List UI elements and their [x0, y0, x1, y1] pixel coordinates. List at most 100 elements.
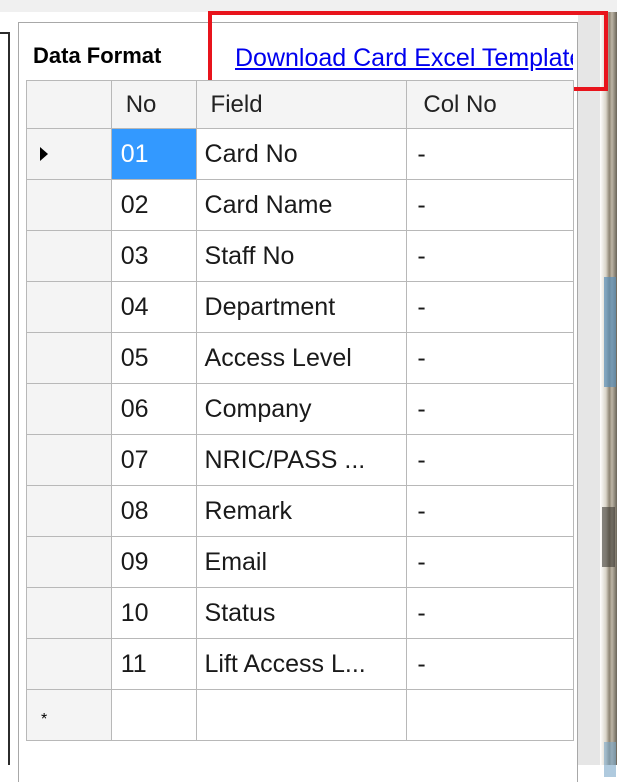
cell-no[interactable]: 07 — [110, 434, 197, 486]
row-header[interactable] — [26, 230, 112, 282]
cell-text: Department — [204, 292, 336, 321]
table-row[interactable]: 01 Card No - — [26, 128, 574, 180]
cell-text: Access Level — [204, 343, 352, 372]
current-row-arrow-icon — [40, 147, 48, 161]
cell-field[interactable]: Card No — [195, 128, 408, 180]
row-header[interactable] — [26, 332, 112, 384]
cell-no[interactable]: 09 — [110, 536, 197, 588]
new-row-asterisk-icon: * — [41, 711, 48, 728]
cell-col-no[interactable]: - — [406, 536, 574, 588]
cell-text: 06 — [120, 394, 149, 423]
cell-col-no[interactable]: - — [406, 179, 574, 231]
cell-col-no[interactable]: - — [406, 332, 574, 384]
cell-no[interactable] — [110, 689, 197, 741]
grid-header-row: No Field Col No — [26, 80, 574, 129]
cell-text: - — [417, 241, 426, 270]
cell-no[interactable]: 01 — [110, 128, 197, 180]
cell-field[interactable]: Lift Access L... — [195, 638, 408, 690]
cell-col-no[interactable] — [406, 689, 574, 741]
cell-no[interactable]: 10 — [110, 587, 197, 639]
highlight-annotation-box — [208, 11, 608, 91]
cell-col-no[interactable]: - — [406, 434, 574, 486]
outer-panel-border — [0, 32, 10, 765]
cell-col-no[interactable]: - — [406, 230, 574, 282]
background-stripe — [604, 742, 616, 777]
column-header-label: Field — [210, 90, 263, 118]
cell-text: - — [417, 343, 426, 372]
row-header[interactable] — [26, 383, 112, 435]
table-row[interactable]: 07 NRIC/PASS ... - — [26, 434, 574, 486]
cell-text: 08 — [120, 496, 149, 525]
column-header-col-no[interactable]: Col No — [406, 80, 574, 129]
cell-col-no[interactable]: - — [406, 383, 574, 435]
data-format-grid[interactable]: No Field Col No 01 Card No - 02 Card Nam… — [26, 80, 574, 741]
cell-no[interactable]: 03 — [110, 230, 197, 282]
cell-col-no[interactable]: - — [406, 638, 574, 690]
cell-text: - — [417, 598, 426, 627]
cell-text: Card Name — [204, 190, 333, 219]
row-header[interactable] — [26, 587, 112, 639]
cell-text: - — [417, 190, 426, 219]
cell-text: Card No — [204, 139, 298, 168]
cell-field[interactable]: Staff No — [195, 230, 408, 282]
cell-no[interactable]: 04 — [110, 281, 197, 333]
cell-text: 10 — [120, 598, 149, 627]
table-row[interactable]: 08 Remark - — [26, 485, 574, 537]
row-header[interactable] — [26, 434, 112, 486]
table-row[interactable]: 10 Status - — [26, 587, 574, 639]
row-header[interactable] — [26, 536, 112, 588]
cell-col-no[interactable]: - — [406, 485, 574, 537]
cell-field[interactable]: Remark — [195, 485, 408, 537]
cell-text: - — [417, 496, 426, 525]
cell-text: Staff No — [204, 241, 295, 270]
cell-text: Email — [204, 547, 268, 576]
cell-text: 05 — [120, 343, 149, 372]
cell-no[interactable]: 08 — [110, 485, 197, 537]
table-row[interactable]: 09 Email - — [26, 536, 574, 588]
row-header[interactable] — [26, 179, 112, 231]
cell-col-no[interactable]: - — [406, 587, 574, 639]
outer-panel-border-cap — [0, 32, 10, 34]
row-header[interactable] — [26, 485, 112, 537]
column-header-field[interactable]: Field — [195, 80, 408, 129]
row-header[interactable] — [26, 281, 112, 333]
table-row[interactable]: 05 Access Level - — [26, 332, 574, 384]
cell-field[interactable]: Access Level — [195, 332, 408, 384]
row-header-corner[interactable] — [26, 80, 112, 129]
cell-text: 02 — [120, 190, 149, 219]
new-row[interactable]: * — [26, 689, 574, 741]
cell-text: 04 — [120, 292, 149, 321]
cell-text: Remark — [204, 496, 293, 525]
cell-no[interactable]: 06 — [110, 383, 197, 435]
row-header[interactable] — [26, 128, 112, 180]
row-header[interactable]: * — [26, 689, 112, 741]
cell-field[interactable]: Status — [195, 587, 408, 639]
cell-text: - — [417, 445, 426, 474]
background-stripe — [604, 277, 616, 387]
cell-no[interactable]: 11 — [110, 638, 197, 690]
table-row[interactable]: 03 Staff No - — [26, 230, 574, 282]
background-window-edge — [600, 12, 617, 777]
right-background — [578, 12, 600, 765]
column-header-label: No — [125, 90, 157, 118]
cell-field[interactable]: Company — [195, 383, 408, 435]
cell-text: 03 — [120, 241, 149, 270]
cell-no[interactable]: 05 — [110, 332, 197, 384]
cell-col-no[interactable]: - — [406, 281, 574, 333]
cell-field[interactable] — [195, 689, 408, 741]
cell-no[interactable]: 02 — [110, 179, 197, 231]
table-row[interactable]: 04 Department - — [26, 281, 574, 333]
cell-field[interactable]: Email — [195, 536, 408, 588]
background-stripe — [602, 507, 615, 567]
cell-col-no[interactable]: - — [406, 128, 574, 180]
table-row[interactable]: 06 Company - — [26, 383, 574, 435]
cell-text: 01 — [120, 139, 149, 168]
cell-text: - — [417, 394, 426, 423]
column-header-no[interactable]: No — [110, 80, 197, 129]
cell-field[interactable]: Department — [195, 281, 408, 333]
row-header[interactable] — [26, 638, 112, 690]
table-row[interactable]: 11 Lift Access L... - — [26, 638, 574, 690]
cell-field[interactable]: Card Name — [195, 179, 408, 231]
cell-field[interactable]: NRIC/PASS ... — [195, 434, 408, 486]
table-row[interactable]: 02 Card Name - — [26, 179, 574, 231]
